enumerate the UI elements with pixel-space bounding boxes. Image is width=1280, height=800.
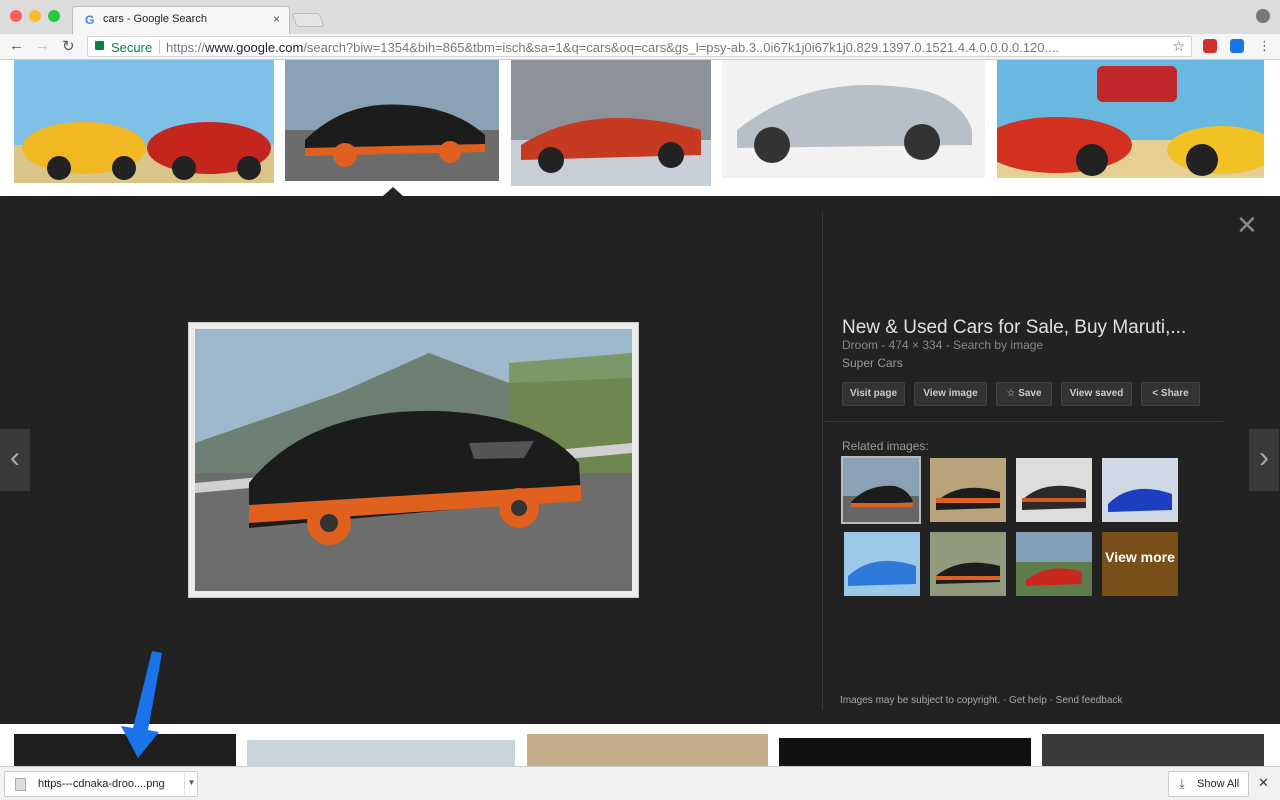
tab-close-icon[interactable]: × xyxy=(273,12,280,26)
related-image[interactable] xyxy=(1016,532,1092,596)
annotation-arrow-icon xyxy=(121,651,162,758)
google-favicon-icon: G xyxy=(85,13,95,27)
share-button[interactable]: < Share xyxy=(1141,382,1200,406)
save-button[interactable]: ☆ Save xyxy=(996,382,1052,406)
next-image-button[interactable]: › xyxy=(1249,429,1279,491)
bookmark-star-icon[interactable]: ☆ xyxy=(1172,38,1185,55)
tab-title: cars - Google Search xyxy=(103,13,207,25)
forward-icon[interactable]: → xyxy=(35,37,50,54)
get-help-link[interactable]: Get help xyxy=(1009,695,1047,706)
related-images-label: Related images: xyxy=(842,439,929,453)
related-image[interactable] xyxy=(930,532,1006,596)
related-image[interactable] xyxy=(844,532,920,596)
visit-page-button[interactable]: Visit page xyxy=(842,382,905,406)
result-thumbnail[interactable] xyxy=(1042,734,1264,766)
view-image-button[interactable]: View image xyxy=(914,382,987,406)
lock-icon xyxy=(95,41,104,50)
related-image[interactable] xyxy=(930,458,1006,522)
copyright-notice: Images may be subject to copyright. - Ge… xyxy=(840,695,1123,706)
show-all-label: Show All xyxy=(1197,778,1240,790)
download-icon: ⤓ xyxy=(1179,776,1185,791)
view-more-button[interactable]: View more xyxy=(1102,532,1178,596)
address-separator xyxy=(159,40,160,54)
download-file-name: https---cdnaka-droo....png xyxy=(38,778,165,790)
minimize-window-button[interactable] xyxy=(29,10,41,22)
new-tab-button[interactable] xyxy=(291,13,325,27)
previous-image-button[interactable]: ‹ xyxy=(0,429,30,491)
url-text[interactable]: https://www.google.com/search?biw=1354&b… xyxy=(166,40,1059,55)
result-thumbnail[interactable] xyxy=(527,734,768,766)
image-title[interactable]: New & Used Cars for Sale, Buy Maruti,... xyxy=(842,317,1186,339)
download-shelf: https---cdnaka-droo....png ▼ ⤓ Show All … xyxy=(0,766,1280,800)
related-image-selected[interactable] xyxy=(841,456,921,524)
view-saved-button[interactable]: View saved xyxy=(1061,382,1132,406)
browser-toolbar: ← → ↻ Secure https://www.google.com/sear… xyxy=(0,34,1280,60)
result-thumbnail[interactable] xyxy=(511,60,711,186)
result-thumbnail[interactable] xyxy=(997,60,1264,178)
show-all-button[interactable]: ⤓ Show All xyxy=(1168,771,1249,797)
preview-image[interactable] xyxy=(189,323,638,597)
download-item[interactable]: https---cdnaka-droo....png ▼ xyxy=(4,771,198,797)
image-meta: Droom - 474 × 334 - Search by image xyxy=(842,338,1044,352)
share-label: Share xyxy=(1160,388,1189,399)
related-image[interactable] xyxy=(1016,458,1092,522)
save-label: Save xyxy=(1018,388,1042,399)
profile-icon[interactable] xyxy=(1256,9,1270,23)
related-image[interactable] xyxy=(1102,458,1178,522)
result-thumbnail[interactable] xyxy=(722,60,985,178)
file-icon xyxy=(15,778,26,791)
secure-label: Secure xyxy=(111,40,153,55)
close-shelf-icon[interactable]: ✕ xyxy=(1258,775,1269,791)
image-results-row-2 xyxy=(0,724,1280,766)
copyright-text: Images may be subject to copyright. xyxy=(840,695,1001,706)
section-divider xyxy=(825,421,1223,422)
close-window-button[interactable] xyxy=(10,10,22,22)
result-thumbnail-selected[interactable] xyxy=(285,60,499,181)
extension-icon[interactable] xyxy=(1203,39,1217,53)
send-feedback-link[interactable]: Send feedback xyxy=(1056,695,1123,706)
back-icon[interactable]: ← xyxy=(9,37,24,54)
image-description: Super Cars xyxy=(842,356,903,370)
browser-tab[interactable]: G cars - Google Search × xyxy=(72,6,290,34)
result-thumbnail[interactable] xyxy=(247,740,515,766)
reload-icon[interactable]: ↻ xyxy=(62,37,75,55)
close-icon[interactable]: ✕ xyxy=(1236,210,1258,241)
menu-icon[interactable]: ⋮ xyxy=(1258,38,1271,54)
panel-divider xyxy=(822,212,823,710)
image-results-row xyxy=(0,60,1280,196)
tab-bar: G cars - Google Search × xyxy=(0,0,1280,34)
maximize-window-button[interactable] xyxy=(48,10,60,22)
extension-shield-icon[interactable] xyxy=(1230,39,1244,53)
chevron-down-icon[interactable]: ▼ xyxy=(184,772,198,796)
result-thumbnail[interactable] xyxy=(14,60,274,183)
address-bar[interactable]: Secure https://www.google.com/search?biw… xyxy=(87,36,1192,57)
selection-caret xyxy=(383,187,403,196)
result-thumbnail[interactable] xyxy=(779,738,1031,766)
